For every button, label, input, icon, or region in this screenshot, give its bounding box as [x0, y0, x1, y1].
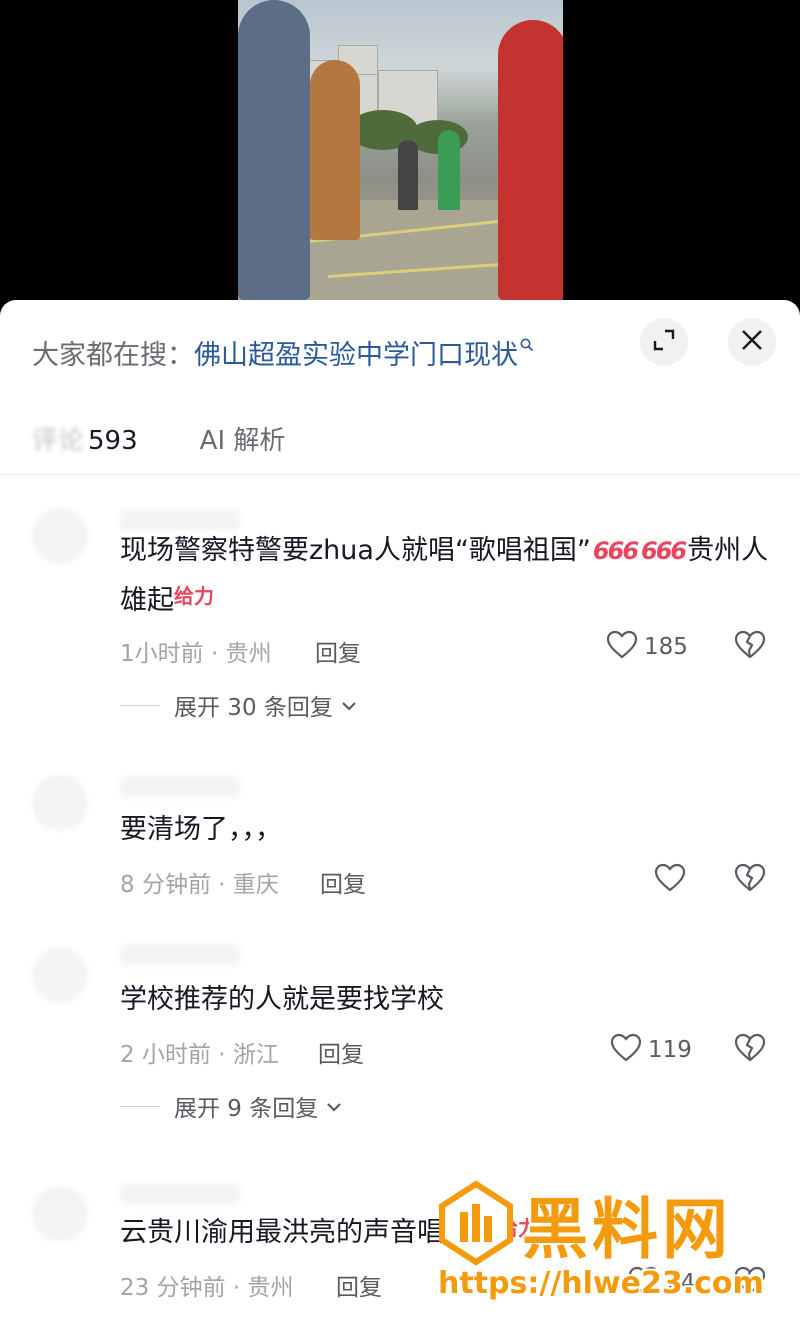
tab-comments[interactable]: 评论 593: [32, 420, 138, 457]
username[interactable]: [120, 777, 240, 797]
broken-heart-icon: [734, 630, 766, 664]
watermark-title: 黑料网: [522, 1191, 732, 1268]
comment-text: 要清场了，，，: [120, 814, 282, 845]
heart-icon: [606, 630, 638, 664]
avatar[interactable]: [32, 1186, 88, 1242]
avatar[interactable]: [32, 947, 88, 1003]
emoji-geili: 给力: [174, 584, 214, 608]
heart-icon: [654, 863, 686, 897]
search-prefix: 大家都在搜：: [32, 339, 194, 371]
chevron-down-icon: [341, 692, 357, 718]
comment-count: 593: [88, 425, 138, 456]
tab-bar: 评论 593 AI 解析: [32, 418, 285, 458]
search-suggestion[interactable]: 大家都在搜： 佛山超盈实验中学门口现状: [32, 332, 534, 372]
watermark: 黑料网 https://hlwe23.com: [438, 1180, 788, 1310]
like-button[interactable]: 185: [606, 630, 688, 664]
watermark-url: https://hlwe23.com: [438, 1266, 764, 1301]
video-player[interactable]: [0, 0, 800, 310]
like-count: 119: [648, 1037, 692, 1063]
avatar[interactable]: [32, 775, 88, 831]
comment-text: 学校推荐的人就是要找学校: [120, 984, 444, 1015]
reply-button[interactable]: 回复: [336, 1268, 382, 1302]
expand-icon: [651, 327, 677, 357]
username[interactable]: [120, 1184, 240, 1204]
close-button[interactable]: [728, 318, 776, 366]
reply-button[interactable]: 回复: [318, 1035, 364, 1069]
expand-button[interactable]: [640, 318, 688, 366]
video-frame: [238, 0, 563, 310]
broken-heart-icon: [734, 863, 766, 897]
username[interactable]: [120, 945, 240, 965]
comment-meta: 8 分钟前 · 重庆: [120, 872, 279, 898]
comment-meta: 1小时前 · 贵州: [120, 641, 272, 667]
reply-button[interactable]: 回复: [315, 634, 361, 668]
dislike-button[interactable]: [734, 630, 766, 664]
comment-meta: 2 小时前 · 浙江: [120, 1042, 279, 1068]
emoji-666: 666: [641, 537, 687, 565]
chevron-down-icon: [326, 1093, 342, 1119]
search-query-link[interactable]: 佛山超盈实验中学门口现状: [194, 333, 518, 372]
like-button[interactable]: 119: [610, 1033, 692, 1067]
heart-icon: [610, 1033, 642, 1067]
comment-sheet: 大家都在搜： 佛山超盈实验中学门口现状 评论 593 AI 解析 现场警察特警要z…: [0, 300, 800, 1329]
dislike-button[interactable]: [734, 863, 766, 897]
like-count: 185: [644, 634, 688, 660]
tab-ai-analysis[interactable]: AI 解析: [200, 420, 286, 457]
search-icon: [520, 336, 534, 357]
comment-meta: 23 分钟前 · 贵州: [120, 1275, 294, 1301]
avatar[interactable]: [32, 508, 88, 564]
like-button[interactable]: [654, 863, 686, 897]
comment-text: 现场警察特警要zhua人就唱“歌唱祖国”666 666贵州人雄起给力: [120, 526, 780, 627]
expand-replies-button[interactable]: 展开 30 条回复: [120, 688, 357, 722]
dislike-button[interactable]: [734, 1033, 766, 1067]
divider-line: [120, 1105, 160, 1107]
emoji-666: 666: [592, 537, 639, 565]
watermark-logo-icon: [438, 1180, 514, 1266]
expand-replies-button[interactable]: 展开 9 条回复: [120, 1089, 342, 1123]
broken-heart-icon: [734, 1033, 766, 1067]
divider-line: [120, 704, 160, 706]
reply-button[interactable]: 回复: [320, 865, 366, 899]
divider: [0, 474, 800, 475]
close-icon: [740, 328, 764, 356]
